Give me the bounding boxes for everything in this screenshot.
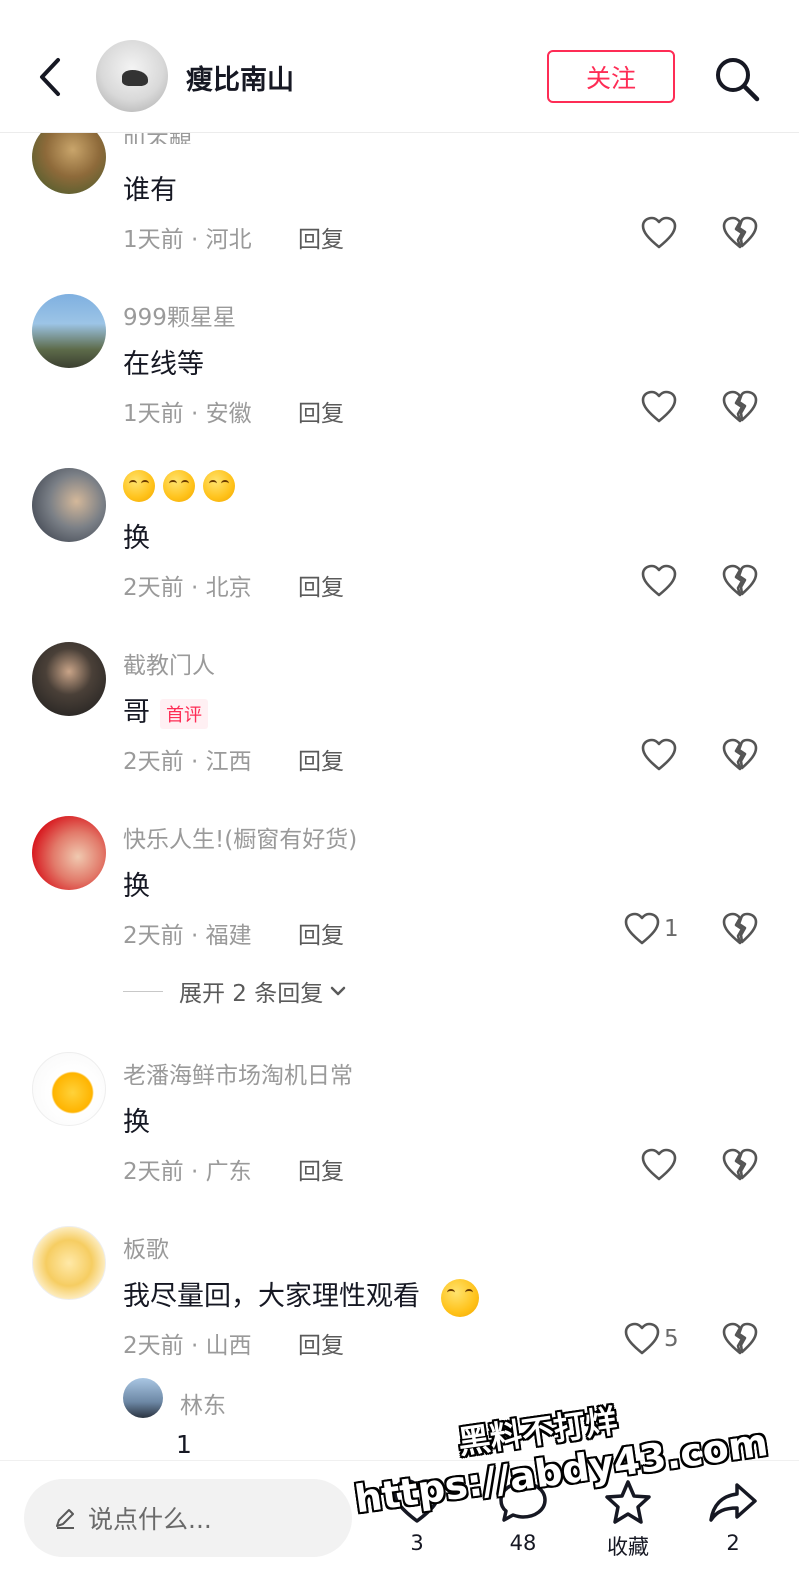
laughing-emoji-icon [163, 470, 195, 502]
broken-heart-icon [722, 390, 758, 424]
broken-heart-icon [722, 564, 758, 598]
comment-like-count: 5 [664, 1326, 679, 1352]
author-avatar[interactable] [96, 40, 168, 112]
comment-meta: 2天前 · 广东 [123, 1159, 252, 1185]
expand-replies-button[interactable]: 展开 2 条回复 [123, 974, 349, 1008]
comment-username[interactable]: 截教门人 [123, 646, 215, 680]
share-arrow-icon [709, 1483, 757, 1522]
heart-icon [624, 1322, 660, 1356]
comment-dislike-button[interactable] [722, 390, 758, 428]
comment-username-emoji[interactable] [123, 470, 243, 502]
comment-like-button[interactable] [641, 216, 677, 250]
reply-button[interactable]: 回复 [298, 394, 344, 428]
reply-button[interactable]: 回复 [298, 220, 344, 254]
broken-heart-icon [722, 738, 758, 772]
comment-like-button[interactable]: 5 [624, 1322, 679, 1356]
back-button[interactable] [30, 52, 74, 102]
commenter-avatar[interactable] [32, 642, 106, 716]
broken-heart-icon [722, 912, 758, 946]
commenter-avatar[interactable] [32, 1052, 106, 1126]
comment-text: 我尽量回，大家理性观看 [123, 1274, 487, 1317]
comment-meta: 2天前 · 福建 [123, 923, 252, 949]
heart-icon [641, 1148, 677, 1182]
reply-button[interactable]: 回复 [298, 916, 344, 950]
comment-placeholder: 说点什么... [88, 1505, 212, 1534]
laughing-emoji-icon [123, 470, 155, 502]
heart-icon [641, 390, 677, 424]
comment-meta: 2天前 · 江西 [123, 749, 252, 775]
favorite-button[interactable]: 收藏 [578, 1479, 678, 1561]
comment-text-value: 哥 [123, 697, 150, 728]
comment-username[interactable]: 999颗星星 [123, 298, 236, 332]
comment-dislike-button[interactable] [722, 912, 758, 950]
comment-text-value: 我尽量回，大家理性观看 [123, 1281, 420, 1312]
chevron-left-icon [40, 58, 60, 96]
sub-reply-avatar[interactable] [123, 1378, 163, 1418]
comment-like-count: 1 [664, 916, 679, 942]
broken-heart-icon [722, 1148, 758, 1182]
commenter-avatar[interactable] [32, 294, 106, 368]
comment-text: 换 [123, 871, 150, 902]
comment-count: 48 [509, 1531, 537, 1555]
search-button[interactable] [712, 54, 762, 104]
favorite-label: 收藏 [607, 1535, 649, 1559]
like-count: 3 [410, 1531, 424, 1555]
comment-dislike-button[interactable] [722, 564, 758, 602]
reply-button[interactable]: 回复 [298, 568, 344, 602]
comment-meta: 2天前 · 北京 [123, 575, 252, 601]
comment-input[interactable]: 说点什么... [24, 1479, 352, 1557]
comment-meta: 1天前 · 安徽 [123, 401, 252, 427]
top-header: 瘦比南山 关注 [0, 0, 799, 133]
pencil-icon [56, 1509, 74, 1529]
broken-heart-icon [722, 216, 758, 250]
sub-reply-username[interactable]: 林东 [180, 1386, 226, 1420]
first-comment-badge: 首评 [160, 698, 208, 729]
follow-button[interactable]: 关注 [547, 50, 675, 103]
comment-like-button[interactable] [641, 564, 677, 598]
heart-icon [641, 564, 677, 598]
commenter-avatar[interactable] [32, 1226, 106, 1300]
comment-like-button[interactable] [641, 390, 677, 424]
comment-text: 哥首评 [123, 690, 208, 729]
comment-username[interactable]: 板歌 [123, 1230, 169, 1264]
comment-username[interactable]: 快乐人生!(橱窗有好货) [123, 820, 357, 854]
expand-divider [123, 990, 163, 992]
comment-meta: 1天前 · 河北 [123, 227, 252, 253]
broken-heart-icon [722, 1322, 758, 1356]
heart-icon [641, 216, 677, 250]
comment-text: 换 [123, 1107, 150, 1138]
heart-icon [641, 738, 677, 772]
laughing-emoji-icon [203, 470, 235, 502]
comment-like-button[interactable]: 1 [624, 912, 679, 946]
comment-meta: 2天前 · 山西 [123, 1333, 252, 1359]
comment-dislike-button[interactable] [722, 1148, 758, 1186]
expand-replies-label: 展开 2 条回复 [179, 981, 324, 1007]
comment-text: 谁有 [123, 175, 177, 206]
search-icon [716, 58, 760, 102]
comment-like-button[interactable] [641, 738, 677, 772]
reply-button[interactable]: 回复 [298, 1152, 344, 1186]
share-count: 2 [726, 1531, 740, 1555]
comment-dislike-button[interactable] [722, 216, 758, 254]
sub-reply-text: 1 [176, 1430, 192, 1459]
comment-username[interactable]: 老潘海鲜市场淘机日常 [123, 1056, 353, 1090]
comment-text: 在线等 [123, 349, 204, 380]
comment-text: 换 [123, 523, 150, 554]
reply-button[interactable]: 回复 [298, 1326, 344, 1360]
author-name[interactable]: 瘦比南山 [186, 58, 294, 97]
chevron-down-icon [331, 986, 346, 996]
commenter-avatar[interactable] [32, 816, 106, 890]
heart-icon [624, 912, 660, 946]
reply-button[interactable]: 回复 [298, 742, 344, 776]
shushing-emoji-icon [440, 1278, 479, 1317]
comment-dislike-button[interactable] [722, 738, 758, 776]
commenter-avatar[interactable] [32, 468, 106, 542]
comment-dislike-button[interactable] [722, 1322, 758, 1360]
share-button[interactable]: 2 [683, 1479, 783, 1555]
comment-like-button[interactable] [641, 1148, 677, 1182]
